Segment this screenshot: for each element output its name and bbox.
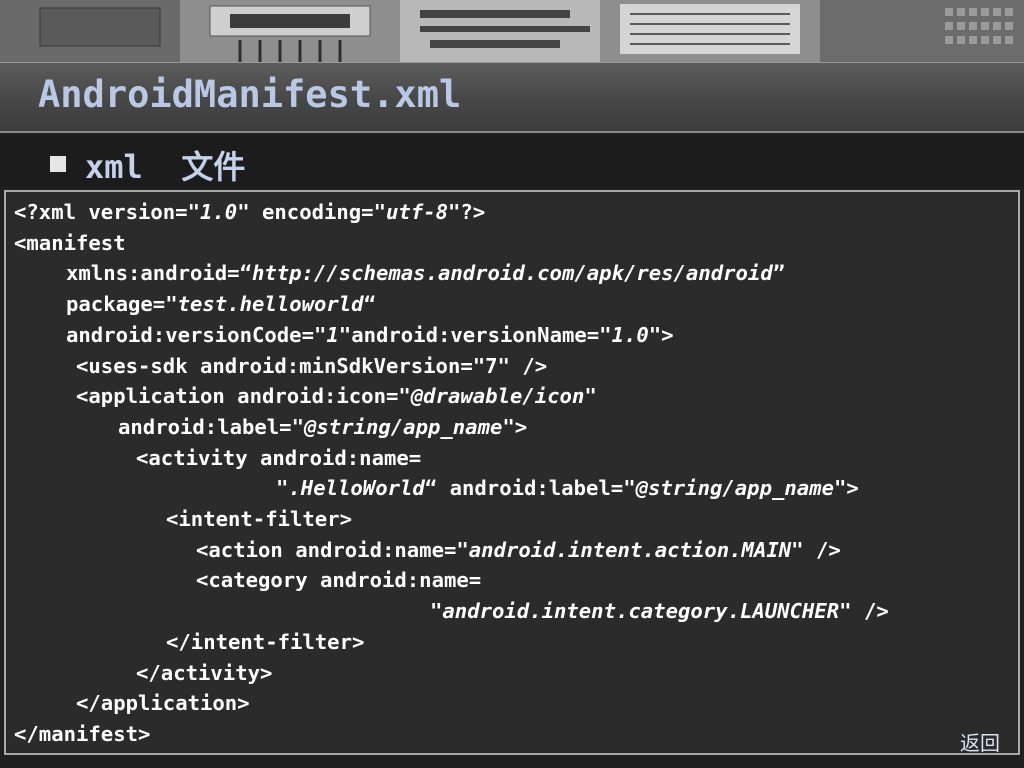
code-text: xmlns:android=“ (66, 261, 252, 286)
code-text: </manifest> (14, 721, 151, 746)
code-attribute-value: "utf-8" (373, 200, 461, 224)
code-text: ?> (460, 200, 486, 224)
code-line: <activity android:name= (136, 446, 421, 470)
code-text: android:label= (118, 414, 292, 439)
code-text: > (661, 322, 674, 347)
code-attribute-value: "android.intent.category.LAUNCHER" (430, 599, 852, 624)
code-attribute-value: "1.0" (599, 322, 662, 347)
code-text: > (514, 414, 528, 439)
code-line: </application> (76, 691, 250, 715)
code-text: <action android:name= (196, 537, 457, 562)
code-text: <uses-sdk android:minSdkVersion="7" /> (76, 353, 548, 378)
code-line: android:label="@string/app_name"> (118, 415, 527, 439)
code-line: android:versionCode="1"android:versionNa… (66, 323, 674, 347)
code-line: <application android:icon="@drawable/ico… (76, 384, 597, 408)
code-text: /> (851, 599, 889, 624)
code-text: android:versionCode= (66, 322, 314, 347)
code-line: </manifest> (14, 722, 150, 746)
code-line: "android.intent.category.LAUNCHER" /> (430, 599, 889, 623)
code-line: </intent-filter> (166, 630, 364, 654)
code-line: <category android:name= (196, 568, 481, 592)
code-text: encoding= (249, 200, 374, 224)
code-line: <action android:name="android.intent.act… (196, 538, 841, 562)
bullet-row: xml 文件 (0, 134, 1024, 188)
code-line: ".HelloWorld“ android:label="@string/app… (276, 476, 859, 500)
code-text: <intent-filter> (166, 507, 352, 531)
code-text: <activity android:name= (136, 445, 422, 470)
code-attribute-value: http://schemas.android.com/apk/res/andro… (251, 261, 773, 286)
code-attribute-value: "test.helloworld (165, 292, 364, 317)
code-text: package= (66, 292, 166, 317)
return-link[interactable]: 返回 (960, 727, 1000, 756)
code-line: <?xml version="1.0" encoding="utf-8"?> (14, 200, 485, 224)
code-text: </intent-filter> (166, 629, 365, 654)
code-line: package="test.helloworld“ (66, 292, 376, 316)
code-attribute-value: "android.intent.action.MAIN" (456, 537, 804, 562)
code-attribute-value: "@string/app_name" (623, 476, 847, 501)
circuit-board-graphic (0, 0, 1024, 62)
slide: AndroidManifest.xml xml 文件 <?xml version… (0, 0, 1024, 768)
code-line: <intent-filter> (166, 507, 352, 531)
code-text: </application> (76, 691, 250, 716)
code-line: </activity> (136, 661, 272, 685)
code-text: </activity> (136, 660, 273, 685)
code-line: xmlns:android=“http://schemas.android.co… (66, 261, 785, 285)
code-text: <manifest (14, 230, 126, 255)
code-block: <?xml version="1.0" encoding="utf-8"?> <m… (4, 190, 1020, 755)
title-bar: AndroidManifest.xml (0, 62, 1024, 133)
code-text: ” (772, 261, 786, 286)
code-line: <manifest (14, 231, 126, 255)
code-text: <category android:name= (196, 568, 482, 593)
slide-title: AndroidManifest.xml (38, 73, 462, 116)
code-text: <application android:icon= (76, 384, 399, 409)
square-bullet-icon (50, 156, 66, 172)
code-text: android:versionName= (351, 322, 600, 347)
code-text: <?xml version= (14, 200, 188, 224)
code-text: “ android:label= (424, 476, 624, 501)
code-line: <uses-sdk android:minSdkVersion="7" /> (76, 354, 547, 378)
code-attribute-value: "@string/app_name" (291, 414, 515, 439)
code-text: “ (363, 292, 376, 317)
code-attribute-value: "1.0" (187, 200, 250, 224)
code-attribute-value: "1" (313, 322, 352, 347)
circuit-board-banner (0, 0, 1024, 62)
code-text: > (846, 476, 859, 501)
bullet-text: xml 文件 (85, 148, 246, 186)
code-text: /> (803, 537, 841, 562)
code-attribute-value: ".HelloWorld (276, 476, 425, 501)
code-attribute-value: "@drawable/icon" (398, 384, 597, 409)
